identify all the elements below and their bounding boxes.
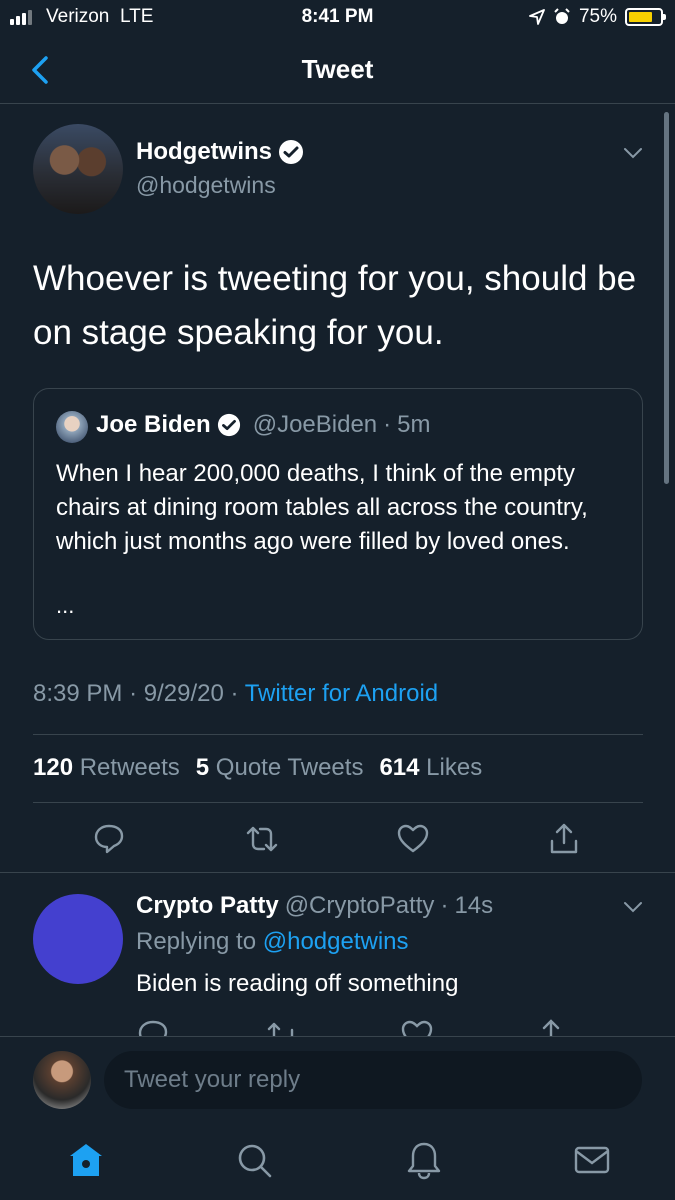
reply-box[interactable]: [104, 1051, 642, 1109]
verified-icon: [279, 140, 303, 164]
quote-author-name: Joe Biden: [96, 411, 211, 438]
share-icon[interactable]: [547, 822, 581, 856]
messages-icon[interactable]: [572, 1140, 612, 1180]
home-icon[interactable]: [66, 1140, 106, 1180]
retweet-icon[interactable]: [245, 822, 279, 856]
reply-text: Biden is reading off something: [136, 970, 459, 997]
chevron-down-icon[interactable]: [622, 142, 644, 164]
quote-header: Joe Biden @JoeBiden · 5m: [96, 411, 431, 438]
my-avatar[interactable]: [33, 1051, 91, 1109]
reply-time: 14s: [454, 892, 494, 919]
battery-icon: [625, 8, 666, 26]
replying-to: Replying to @hodgetwins: [136, 928, 409, 955]
retweet-icon[interactable]: [266, 1018, 300, 1036]
like-icon[interactable]: [396, 822, 430, 856]
verified-icon: [217, 413, 240, 437]
quotes-stat[interactable]: 5 Quote Tweets: [196, 754, 364, 782]
quote-avatar: [56, 411, 88, 443]
author-name[interactable]: Hodgetwins: [136, 138, 272, 166]
battery-percent: 75%: [578, 6, 617, 27]
tweet-time: 8:39 PM: [33, 680, 123, 707]
chevron-down-icon[interactable]: [622, 896, 644, 918]
location-icon: [529, 9, 545, 25]
status-bar: Verizon LTE 8:41 PM 75%: [0, 0, 675, 36]
quote-author-handle: @JoeBiden: [252, 411, 378, 438]
reply-author-name[interactable]: Crypto Patty: [136, 892, 279, 920]
reply-icon[interactable]: [136, 1018, 170, 1036]
tweet-meta: 8:39 PM · 9/29/20 · Twitter for Android: [33, 680, 439, 707]
reply-actions: [0, 1014, 675, 1036]
replying-to-handle[interactable]: @hodgetwins: [263, 928, 409, 955]
tweet-stats: 120 Retweets 5 Quote Tweets 614 Likes: [33, 754, 482, 782]
retweets-stat[interactable]: 120 Retweets: [33, 754, 180, 782]
reply-avatar[interactable]: [33, 894, 123, 984]
bottom-nav: [0, 1126, 675, 1200]
tweet-source[interactable]: Twitter for Android: [245, 680, 438, 707]
reply-input[interactable]: [124, 1063, 624, 1097]
author-avatar[interactable]: [33, 124, 123, 214]
divider: [33, 802, 643, 803]
divider: [0, 872, 675, 873]
reply-composer: [0, 1036, 675, 1126]
tweet-actions: [0, 820, 675, 860]
header: Tweet: [0, 36, 675, 104]
reply-icon[interactable]: [92, 822, 126, 856]
page-title: Tweet: [301, 54, 374, 84]
divider: [33, 734, 643, 735]
likes-stat[interactable]: 614 Likes: [379, 754, 482, 782]
notifications-icon[interactable]: [404, 1140, 444, 1180]
scrollbar[interactable]: [664, 112, 669, 484]
quote-time: 5m: [397, 411, 431, 438]
author-handle[interactable]: @hodgetwins: [136, 172, 276, 199]
quote-tweet[interactable]: Joe Biden @JoeBiden · 5m When I hear 200…: [33, 388, 643, 640]
like-icon[interactable]: [400, 1018, 434, 1036]
quote-ellipsis: ...: [56, 593, 75, 618]
reply-header: Crypto Patty @CryptoPatty · 14s: [136, 892, 494, 920]
alarm-icon: [554, 8, 570, 24]
status-right: 75%: [529, 6, 666, 28]
author-name-row[interactable]: Hodgetwins: [136, 138, 304, 166]
tweet-date: 9/29/20: [143, 680, 224, 707]
search-icon[interactable]: [234, 1140, 274, 1180]
tweet-text: Whoever is tweeting for you, should be o…: [33, 259, 637, 352]
reply-author-handle[interactable]: @CryptoPatty: [285, 892, 435, 920]
quote-text: When I hear 200,000 deaths, I think of t…: [56, 460, 588, 555]
share-icon[interactable]: [534, 1018, 568, 1036]
